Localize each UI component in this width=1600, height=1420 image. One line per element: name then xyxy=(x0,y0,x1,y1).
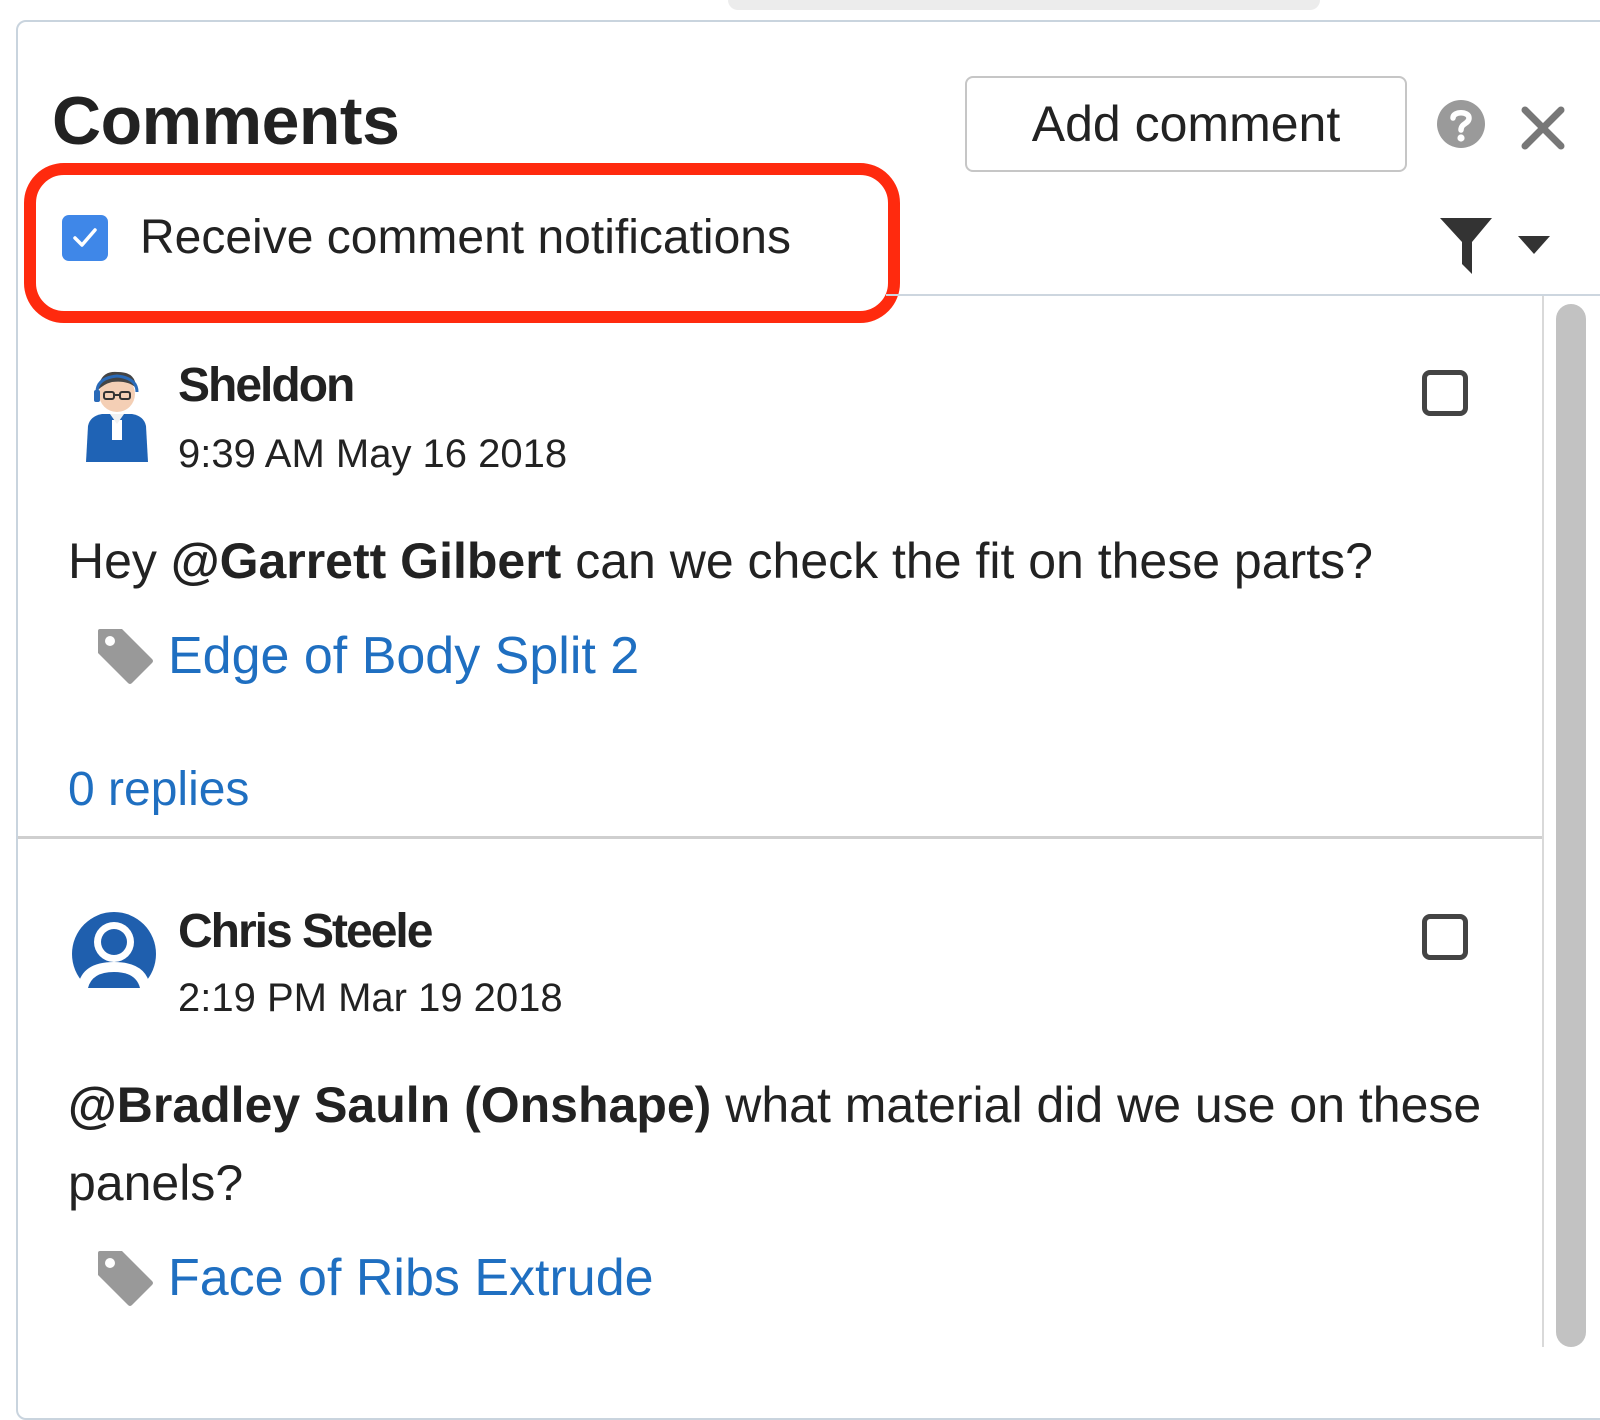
comment-select-checkbox[interactable] xyxy=(1422,370,1468,416)
comment-text: Hey xyxy=(68,533,171,589)
tag-link[interactable]: Edge of Body Split 2 xyxy=(168,626,639,686)
notification-checkbox[interactable] xyxy=(62,214,108,261)
comment-body: Hey @Garrett Gilbert can we check the fi… xyxy=(68,522,1508,600)
close-icon[interactable] xyxy=(1520,105,1566,151)
comment-body: @Bradley Sauln (Onshape) what material d… xyxy=(68,1066,1508,1222)
chevron-down-icon[interactable] xyxy=(1518,236,1550,254)
avatar xyxy=(86,371,148,462)
comment-tag[interactable]: Face of Ribs Extrude xyxy=(96,1248,654,1308)
comment-author: Chris Steele xyxy=(178,905,433,958)
comment-text: can we check the fit on these parts? xyxy=(561,533,1373,589)
help-icon[interactable] xyxy=(1436,99,1486,149)
comment-tag[interactable]: Edge of Body Split 2 xyxy=(96,626,639,686)
panel-title: Comments xyxy=(52,83,400,159)
checkmark-icon xyxy=(73,227,97,247)
add-comment-button[interactable]: Add comment xyxy=(965,76,1407,172)
tag-icon xyxy=(98,1251,153,1306)
replies-link[interactable]: 0 replies xyxy=(68,762,249,817)
comment-select-checkbox[interactable] xyxy=(1422,914,1468,960)
top-tab xyxy=(728,0,1320,10)
tag-link[interactable]: Face of Ribs Extrude xyxy=(168,1248,654,1308)
filter-icon[interactable] xyxy=(1440,216,1492,274)
comment-mention[interactable]: @Bradley Sauln (Onshape) xyxy=(68,1077,711,1133)
comment-timestamp: 2:19 PM Mar 19 2018 xyxy=(178,976,563,1020)
notification-label: Receive comment notifications xyxy=(140,211,791,264)
header-divider xyxy=(886,294,1600,296)
tag-icon xyxy=(98,629,153,684)
notification-toggle[interactable]: Receive comment notifications xyxy=(62,210,791,265)
scrollbar-thumb[interactable] xyxy=(1556,304,1586,1347)
comment-mention[interactable]: @Garrett Gilbert xyxy=(171,533,562,589)
comment-author: Sheldon xyxy=(178,359,355,412)
avatar xyxy=(72,912,156,996)
comment-divider xyxy=(18,836,1542,839)
comment-timestamp: 9:39 AM May 16 2018 xyxy=(178,432,568,476)
